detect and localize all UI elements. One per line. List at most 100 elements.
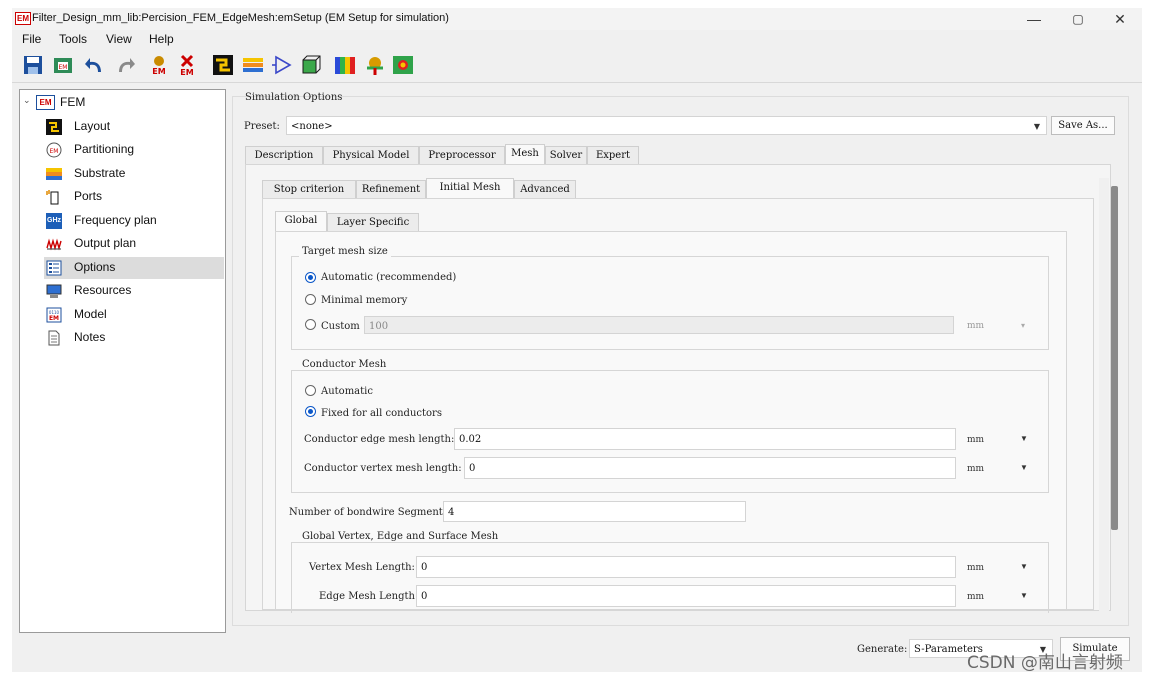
undo-icon[interactable] — [84, 54, 106, 76]
frequency-icon: GHz — [46, 213, 62, 229]
title-bar: EM Filter_Design_mm_lib:Percision_FEM_Ed… — [12, 8, 1142, 30]
tree-root-label[interactable]: FEM — [60, 95, 85, 109]
svg-text:EM: EM — [50, 148, 59, 155]
port-icon[interactable] — [272, 54, 294, 76]
tab-solver[interactable]: Solver — [545, 146, 587, 164]
minimize-button[interactable]: — — [1012, 8, 1056, 30]
substrate-icon — [46, 168, 62, 180]
tree-item-notes[interactable]: Notes — [44, 327, 224, 349]
expand-chevron-icon[interactable]: ⌄ — [23, 95, 31, 106]
tree-item-label: Substrate — [74, 166, 126, 180]
radio-automatic-recommended[interactable] — [305, 272, 316, 283]
chevron-down-icon: ▼ — [1033, 122, 1040, 131]
edge-mesh-unit-select[interactable]: mm — [967, 592, 984, 602]
conductor-mesh-title: Conductor Mesh — [299, 359, 390, 370]
em-generate-icon[interactable]: EM — [148, 54, 170, 76]
watermark: CSDN @南山言射频 — [967, 653, 1123, 673]
tab-physical-model[interactable]: Physical Model — [323, 146, 419, 164]
tab-mesh[interactable]: Mesh — [505, 144, 545, 164]
conductor-edge-label: Conductor edge mesh length: — [304, 434, 455, 445]
menu-view[interactable]: View — [106, 32, 132, 46]
tree-item-partitioning[interactable]: EM Partitioning — [44, 139, 224, 161]
close-button[interactable]: ✕ — [1098, 8, 1142, 30]
radio-label: Custom — [321, 321, 360, 332]
tree-item-substrate[interactable]: Substrate — [44, 163, 224, 185]
menu-file[interactable]: File — [22, 32, 41, 46]
vertex-mesh-unit-select[interactable]: mm — [967, 563, 984, 573]
vertex-mesh-label: Vertex Mesh Length: — [309, 562, 415, 573]
svg-text:EM: EM — [49, 315, 59, 322]
tree-item-resources[interactable]: Resources — [44, 280, 224, 302]
vertical-scrollbar[interactable] — [1099, 178, 1109, 614]
conductor-edge-unit-select[interactable]: mm — [967, 435, 984, 445]
preset-select[interactable]: <none> ▼ — [286, 116, 1047, 135]
menu-help[interactable]: Help — [149, 32, 174, 46]
em-export-icon[interactable]: EM — [52, 54, 74, 76]
restore-button[interactable]: ▢ — [1056, 8, 1100, 30]
notes-icon — [48, 330, 60, 346]
tab-global[interactable]: Global — [275, 211, 327, 231]
conductor-vertex-input[interactable]: 0 — [464, 457, 956, 479]
tree-item-label: Layout — [74, 119, 111, 133]
radio-label: Fixed for all conductors — [321, 408, 442, 419]
save-icon[interactable] — [22, 54, 44, 76]
save-as-button[interactable]: Save As... — [1051, 116, 1115, 135]
tab-stop-criterion[interactable]: Stop criterion — [262, 180, 356, 198]
tree-item-model[interactable]: 0110 EM Model — [44, 304, 224, 326]
tab-refinement[interactable]: Refinement — [356, 180, 426, 198]
radio-label: Minimal memory — [321, 295, 408, 306]
custom-unit-select[interactable]: mm — [967, 321, 984, 331]
tree-item-layout[interactable]: Layout — [44, 116, 224, 138]
radio-custom[interactable] — [305, 319, 316, 330]
menu-tools[interactable]: Tools — [59, 32, 87, 46]
tab-preprocessor[interactable]: Preprocessor — [419, 146, 505, 164]
custom-mesh-size-input[interactable]: 100 — [364, 316, 954, 334]
tree-item-label: Ports — [74, 189, 103, 203]
anchor-icon[interactable] — [364, 54, 386, 76]
em-remove-icon[interactable]: EM — [176, 54, 198, 76]
edge-mesh-input[interactable]: 0 — [416, 585, 956, 607]
tree-item-options[interactable]: Options — [44, 257, 224, 279]
options-icon — [46, 260, 62, 276]
radio-minimal-memory[interactable] — [305, 294, 316, 305]
tab-description[interactable]: Description — [245, 146, 323, 164]
menu-bar: File Tools View Help — [12, 30, 1142, 50]
em-app-icon: EM — [15, 12, 31, 25]
tree-item-output-plan[interactable]: Output plan — [44, 233, 224, 255]
bondwire-input[interactable]: 4 — [443, 501, 746, 522]
tree-item-label: Frequency plan — [74, 213, 157, 227]
toolbar: EM EM EM — [12, 50, 1142, 83]
navigation-tree: ⌄ EM FEM Layout EM Partitioning Substrat… — [19, 89, 226, 633]
chevron-down-icon: ▼ — [1020, 562, 1028, 571]
tab-initial-mesh[interactable]: Initial Mesh — [426, 178, 514, 198]
box-3d-icon[interactable] — [300, 54, 322, 76]
radio-label: Automatic — [321, 386, 373, 397]
conductor-edge-input[interactable]: 0.02 — [454, 428, 956, 450]
tree-item-label: Partitioning — [74, 142, 135, 156]
colors-icon[interactable] — [334, 54, 356, 76]
redo-icon[interactable] — [114, 54, 136, 76]
global-mesh-title: Global Vertex, Edge and Surface Mesh — [299, 531, 502, 542]
map-icon[interactable] — [392, 54, 414, 76]
tree-item-label: Model — [74, 307, 107, 321]
window-title: Filter_Design_mm_lib:Percision_FEM_EdgeM… — [32, 12, 449, 24]
tab-advanced[interactable]: Advanced — [514, 180, 576, 198]
bondwire-label: Number of bondwire Segments: — [289, 507, 452, 518]
conductor-vertex-unit-select[interactable]: mm — [967, 464, 984, 474]
conductor-vertex-label: Conductor vertex mesh length: — [304, 463, 462, 474]
vertex-mesh-input[interactable]: 0 — [416, 556, 956, 578]
radio-automatic[interactable] — [305, 385, 316, 396]
layout-icon[interactable] — [212, 54, 234, 76]
scrollbar-thumb[interactable] — [1111, 186, 1118, 530]
substrate-icon[interactable] — [242, 54, 264, 76]
radio-fixed-for-all-conductors[interactable] — [305, 406, 316, 417]
tree-item-ports[interactable]: Ports — [44, 186, 224, 208]
tab-layer-specific[interactable]: Layer Specific — [327, 213, 419, 231]
tree-item-frequency-plan[interactable]: GHz Frequency plan — [44, 210, 224, 232]
model-icon: 0110EM — [46, 307, 62, 323]
svg-text:EM: EM — [180, 68, 193, 76]
tab-expert[interactable]: Expert — [587, 146, 639, 164]
chevron-down-icon: ▼ — [1020, 434, 1028, 443]
resources-icon — [46, 284, 62, 298]
svg-text:EM: EM — [152, 67, 165, 76]
